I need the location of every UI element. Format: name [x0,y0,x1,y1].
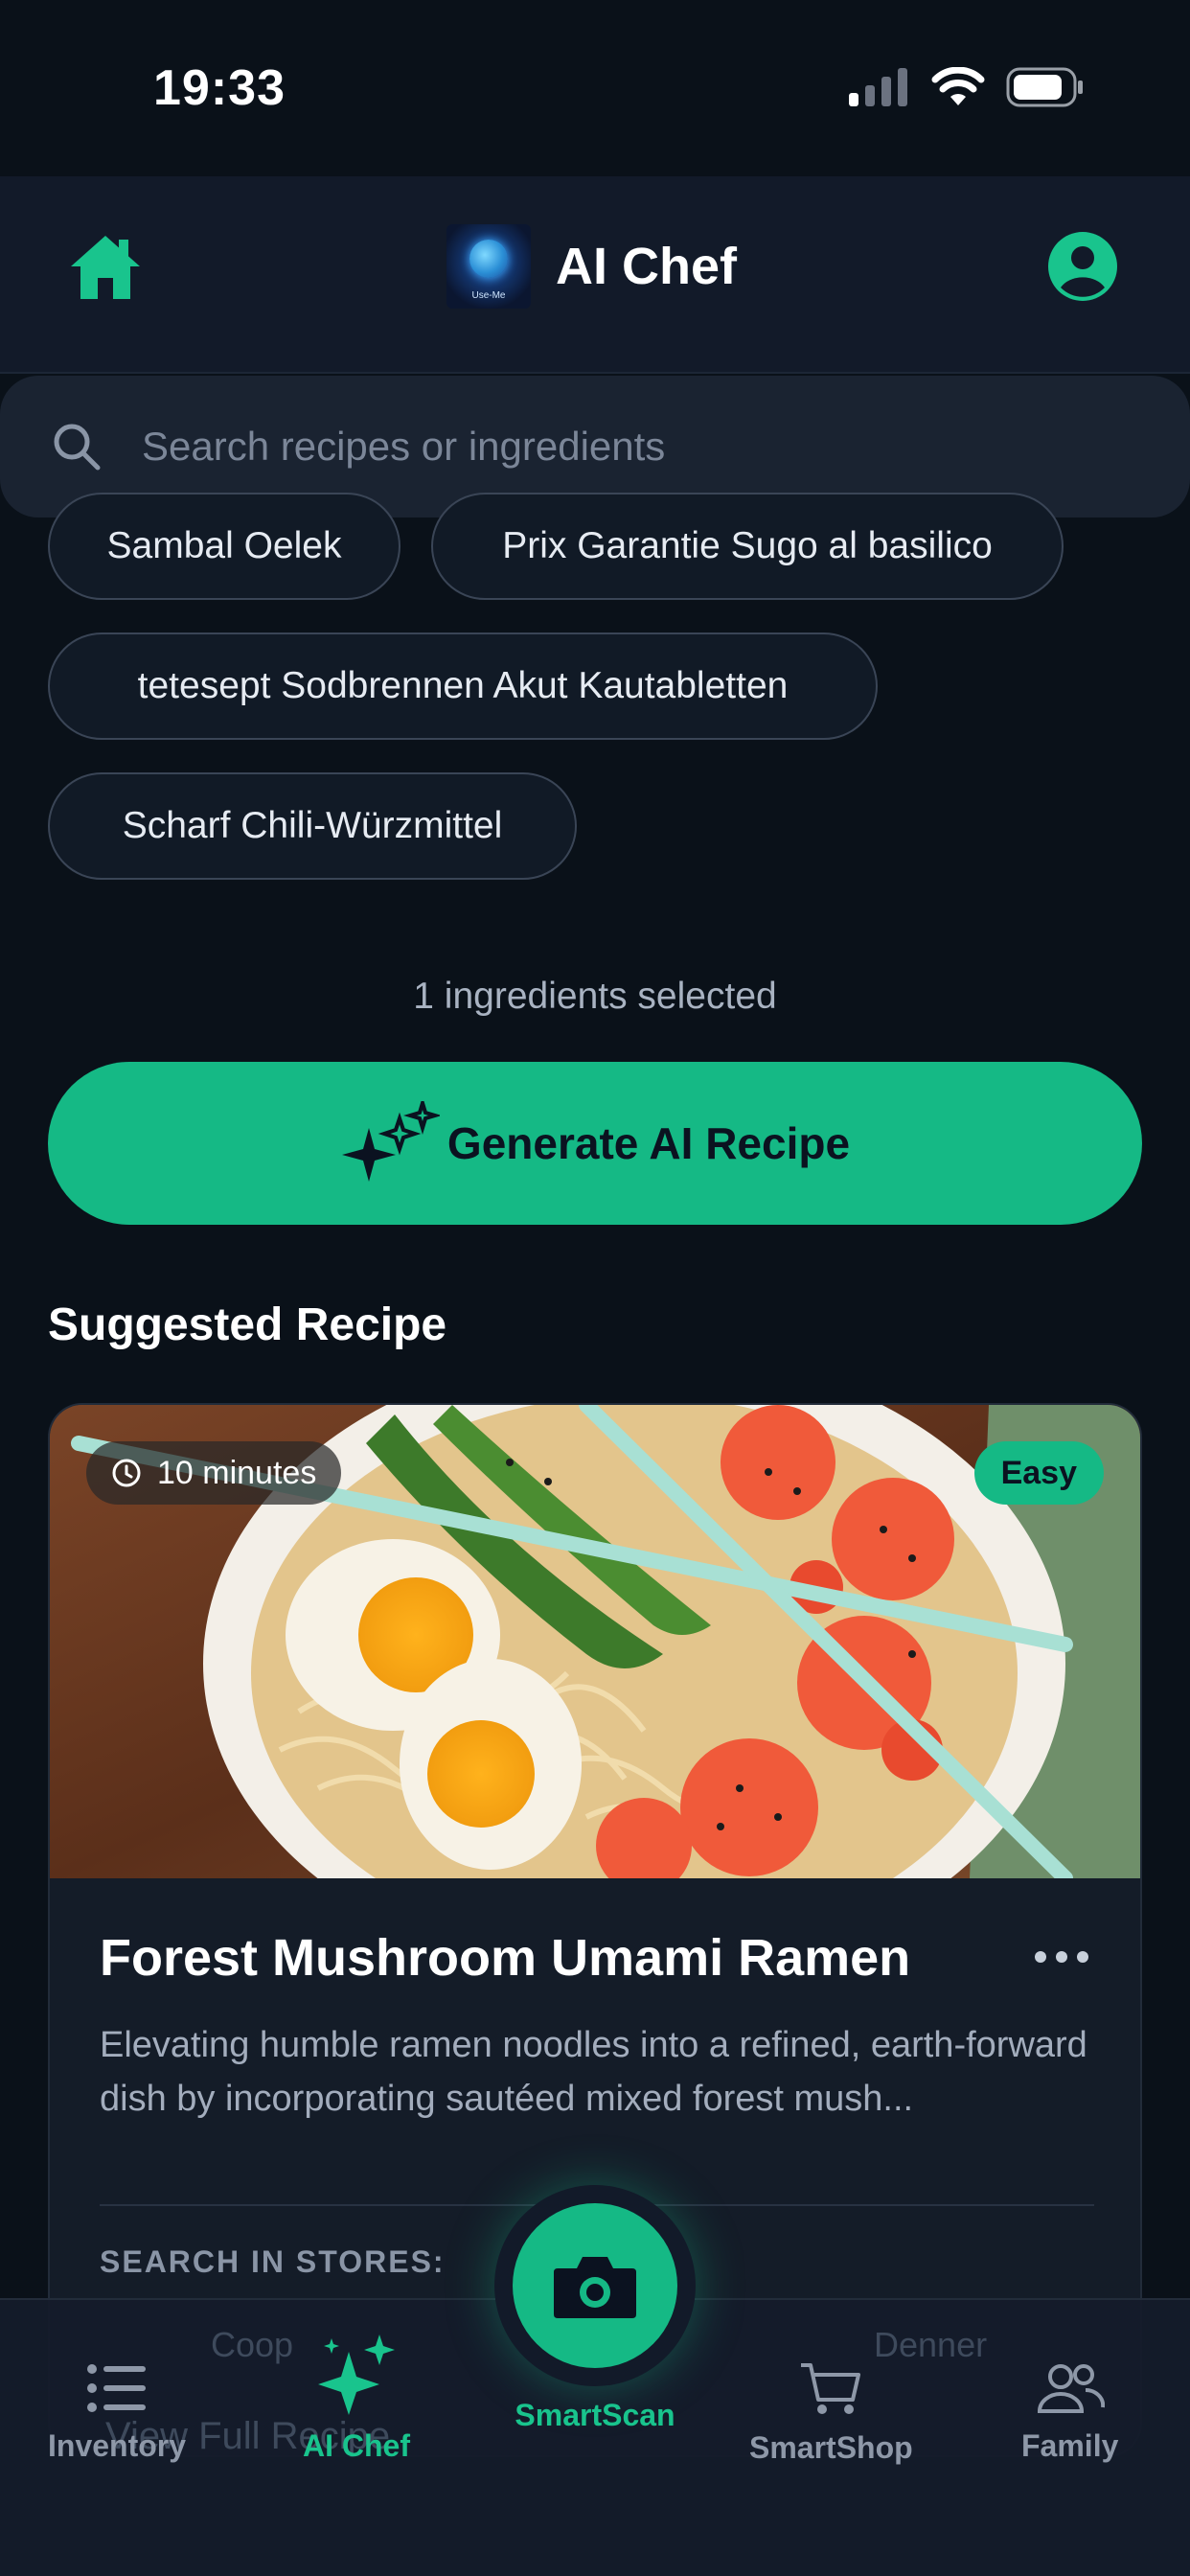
selected-count: 1 ingredients selected [413,976,777,1017]
home-button[interactable] [67,230,144,307]
search-icon [54,424,101,471]
time-badge: 10 minutes [86,1441,342,1505]
header-title-group: Use-Me AI Chef [446,224,737,309]
recipe-description: Elevating humble ramen noodles into a re… [100,2025,1087,2119]
ingredient-chip[interactable]: Scharf Chili-Würzmittel [48,772,577,880]
app-logo: Use-Me [446,224,531,309]
nav-label: SmartShop [749,2430,913,2465]
status-icons [849,67,1085,107]
status-bar: 19:33 [0,0,1190,176]
ingredient-chip[interactable]: Sambal Oelek [48,493,400,600]
stores-label: SEARCH IN STORES: [100,2244,446,2279]
recipe-title: Forest Mushroom Umami Ramen [100,1929,911,1987]
more-icon [1035,1951,1088,1963]
generate-recipe-label: Generate AI Recipe [446,1118,851,1168]
sparkle-icon [341,1101,440,1182]
time-label: 10 minutes [157,1454,317,1491]
camera-icon [554,2257,636,2318]
user-icon [1048,232,1117,301]
nav-label: Family [1021,2428,1119,2463]
page-title: AI Chef [556,238,737,295]
smartscan-label[interactable]: SmartScan [0,2398,1190,2433]
clock-icon [112,1459,141,1487]
nav-label: AI Chef [303,2428,410,2463]
ingredient-chip[interactable]: tetesept Sodbrennen Akut Kautabletten [48,632,878,740]
wifi-icon [931,67,985,105]
generate-recipe-button[interactable]: Generate AI Recipe [48,1062,1142,1225]
search-input[interactable] [142,410,1119,483]
app-header: Use-Me AI Chef [0,176,1190,374]
store-denner[interactable]: Denner [874,2325,987,2365]
smartscan-button[interactable] [494,2185,696,2386]
profile-button[interactable] [1046,230,1119,303]
difficulty-badge: Easy [973,1441,1104,1505]
ingredient-chip[interactable]: Prix Garantie Sugo al basilico [431,493,1064,600]
nav-label: Inventory [48,2428,187,2463]
status-time: 19:33 [153,60,286,116]
battery-icon [1006,67,1083,107]
section-title: Suggested Recipe [48,1300,447,1350]
home-icon [71,236,140,299]
store-coop[interactable]: Coop [211,2325,293,2365]
more-options-button[interactable] [1033,1938,1090,1976]
smartscan-circle[interactable] [513,2203,677,2368]
signal-icon [849,68,907,106]
